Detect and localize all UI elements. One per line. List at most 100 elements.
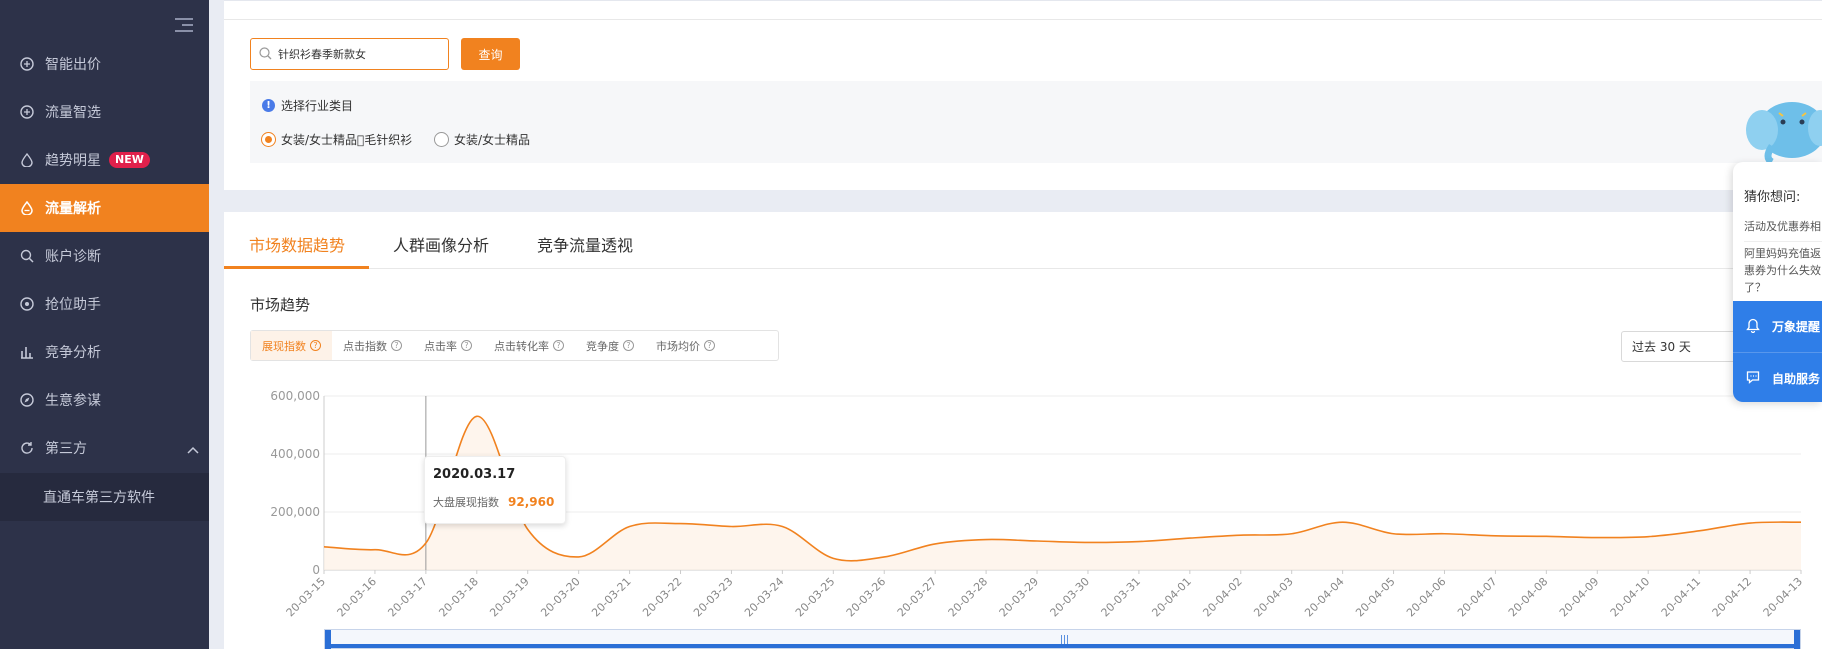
tab-competition-traffic[interactable]: 竞争流量透视 (537, 232, 633, 256)
sidebar-item-label: 流量智选 (45, 105, 101, 121)
x-tick-label: 20-03-15 (284, 575, 329, 620)
sidebar-item-business-advisor[interactable]: 生意参谋 (0, 376, 209, 424)
x-axis: 20-03-15 20-03-16 20-03-17 20-03-18 20-03-19… (284, 570, 1805, 620)
x-tick-label: 20-04-02 (1200, 575, 1245, 620)
help-icon[interactable]: ? (461, 340, 472, 351)
tab-audience-portrait[interactable]: 人群画像分析 (393, 232, 489, 256)
x-tick-label: 20-04-01 (1149, 575, 1194, 620)
metric-label: 点击转化率 (494, 339, 549, 353)
x-tick-label: 20-03-22 (640, 575, 685, 620)
sidebar-item-account-diagnosis[interactable]: 账户诊断 (0, 232, 209, 280)
sidebar-item-label: 抢位助手 (45, 297, 101, 313)
metric-tabs: 展现指数? 点击指数? 点击率? 点击转化率? 竞争度? 市场均价? (250, 330, 779, 361)
plus-circle-icon (19, 56, 35, 72)
tooltip-value: 92,960 (508, 495, 555, 509)
helper-title: 猜你想问: (1744, 190, 1801, 205)
x-tick-label: 20-04-12 (1710, 575, 1755, 620)
x-tick-label: 20-04-08 (1506, 575, 1551, 620)
keyword-input[interactable] (278, 47, 448, 61)
help-icon[interactable]: ? (704, 340, 715, 351)
sidebar-item-position-helper[interactable]: 抢位助手 (0, 280, 209, 328)
industry-panel (250, 81, 1822, 163)
divider (1744, 241, 1822, 242)
industry-option-label: 女装/女士精品 毛针织衫 (281, 133, 413, 147)
divider (224, 19, 1822, 20)
metric-label: 竞争度 (586, 339, 619, 353)
sidebar-item-competition[interactable]: 竞争分析 (0, 328, 209, 376)
sidebar-item-label: 第三方 (45, 441, 87, 457)
tooltip-label: 大盘展现指数 (433, 496, 499, 509)
helper-question[interactable]: 活动及优惠券相 (1744, 218, 1821, 234)
metric-tab-ctr[interactable]: 点击率? (413, 331, 483, 360)
metric-label: 点击指数 (343, 339, 387, 353)
sidebar-item-label: 账户诊断 (45, 249, 101, 265)
keyword-search-box[interactable] (250, 38, 449, 70)
range-select[interactable]: 过去 30 天 (1621, 331, 1751, 362)
compass-icon (19, 392, 35, 408)
x-tick-label: 20-04-03 (1251, 575, 1296, 620)
x-tick-label: 20-03-28 (946, 575, 991, 620)
active-tab-indicator (224, 266, 369, 269)
menu-collapse-icon[interactable] (175, 18, 193, 34)
metric-tab-avg-price[interactable]: 市场均价? (645, 331, 726, 360)
help-icon[interactable]: ? (310, 340, 321, 351)
sidebar-item-label: 趋势明星 (45, 153, 101, 169)
sidebar-item-label: 智能出价 (45, 57, 101, 73)
new-badge: NEW (109, 152, 150, 168)
x-tick-label: 20-04-10 (1608, 575, 1653, 620)
sidebar-subitem-third-party-software[interactable]: 直通车第三方软件 (0, 473, 209, 521)
help-icon[interactable]: ? (553, 340, 564, 351)
helper-question-line: 惠券为什么失效 (1744, 264, 1821, 277)
drop-icon (19, 200, 35, 216)
y-tick-label: 200,000 (270, 505, 320, 519)
help-icon[interactable]: ? (391, 340, 402, 351)
x-tick-label: 20-03-29 (997, 575, 1042, 620)
sidebar-item-third-party[interactable]: 第三方 (0, 424, 209, 472)
metric-tab-competition[interactable]: 竞争度? (575, 331, 645, 360)
helper-question[interactable]: 阿里妈妈充值返 惠券为什么失效 了？ (1744, 245, 1822, 296)
industry-option-sweater[interactable]: 女装/女士精品 毛针织衫 (261, 131, 412, 148)
sidebar-item-label: 流量解析 (45, 201, 101, 217)
radio-checked-icon (261, 132, 276, 147)
chart-zoom-slider[interactable]: ||| (324, 629, 1801, 649)
helper-question-line: 了？ (1744, 281, 1766, 294)
self-service-button[interactable]: 自助服务 (1733, 352, 1822, 402)
metric-tab-cvr[interactable]: 点击转化率? (483, 331, 575, 360)
query-button[interactable]: 查询 (461, 38, 520, 70)
metric-tab-impression[interactable]: 展现指数? (251, 331, 332, 360)
x-tick-label: 20-03-16 (335, 575, 380, 620)
x-tick-label: 20-03-31 (1099, 575, 1144, 620)
x-tick-label: 20-03-18 (436, 575, 481, 620)
helper-question-line: 阿里妈妈充值返 (1744, 247, 1821, 260)
info-icon: ! (262, 99, 275, 112)
metric-tab-click[interactable]: 点击指数? (332, 331, 413, 360)
x-tick-label: 20-03-27 (895, 575, 940, 620)
search-icon (259, 45, 272, 64)
section-title: 市场趋势 (250, 296, 311, 314)
x-tick-label: 20-04-06 (1404, 575, 1449, 620)
bar-chart-icon (19, 344, 35, 360)
help-icon[interactable]: ? (623, 340, 634, 351)
elephant-mascot-icon[interactable] (1742, 96, 1822, 166)
industry-label: ! 选择行业类目 (262, 97, 353, 114)
sidebar-item-trend-star[interactable]: 趋势明星 NEW (0, 136, 209, 184)
sidebar-item-smart-bid[interactable]: 智能出价 (0, 40, 209, 88)
y-tick-label: 400,000 (270, 447, 320, 461)
industry-option-womenswear[interactable]: 女装/女士精品 (434, 131, 530, 148)
x-tick-label: 20-04-11 (1659, 575, 1704, 620)
refresh-icon (19, 440, 35, 456)
tooltip-row: 大盘展现指数 92,960 (433, 494, 557, 510)
chat-icon (1746, 370, 1760, 387)
sidebar-item-traffic-analysis[interactable]: 流量解析 (0, 184, 209, 232)
x-tick-label: 20-03-17 (385, 575, 430, 620)
industry-label-text: 选择行业类目 (281, 99, 354, 113)
sidebar-item-label: 生意参谋 (45, 393, 101, 409)
sidebar-item-traffic-select[interactable]: 流量智选 (0, 88, 209, 136)
helper-panel: 猜你想问: 活动及优惠券相 阿里妈妈充值返 惠券为什么失效 了？ 万象提醒 自助… (1733, 162, 1822, 402)
tooltip-date: 2020.03.17 (433, 467, 516, 482)
chevron-up-icon[interactable] (187, 442, 199, 458)
reminder-button[interactable]: 万象提醒 (1733, 301, 1822, 352)
sidebar-item-label: 竞争分析 (45, 345, 101, 361)
industry-option-label: 女装/女士精品 (454, 133, 531, 147)
tab-market-trend[interactable]: 市场数据趋势 (249, 232, 345, 256)
